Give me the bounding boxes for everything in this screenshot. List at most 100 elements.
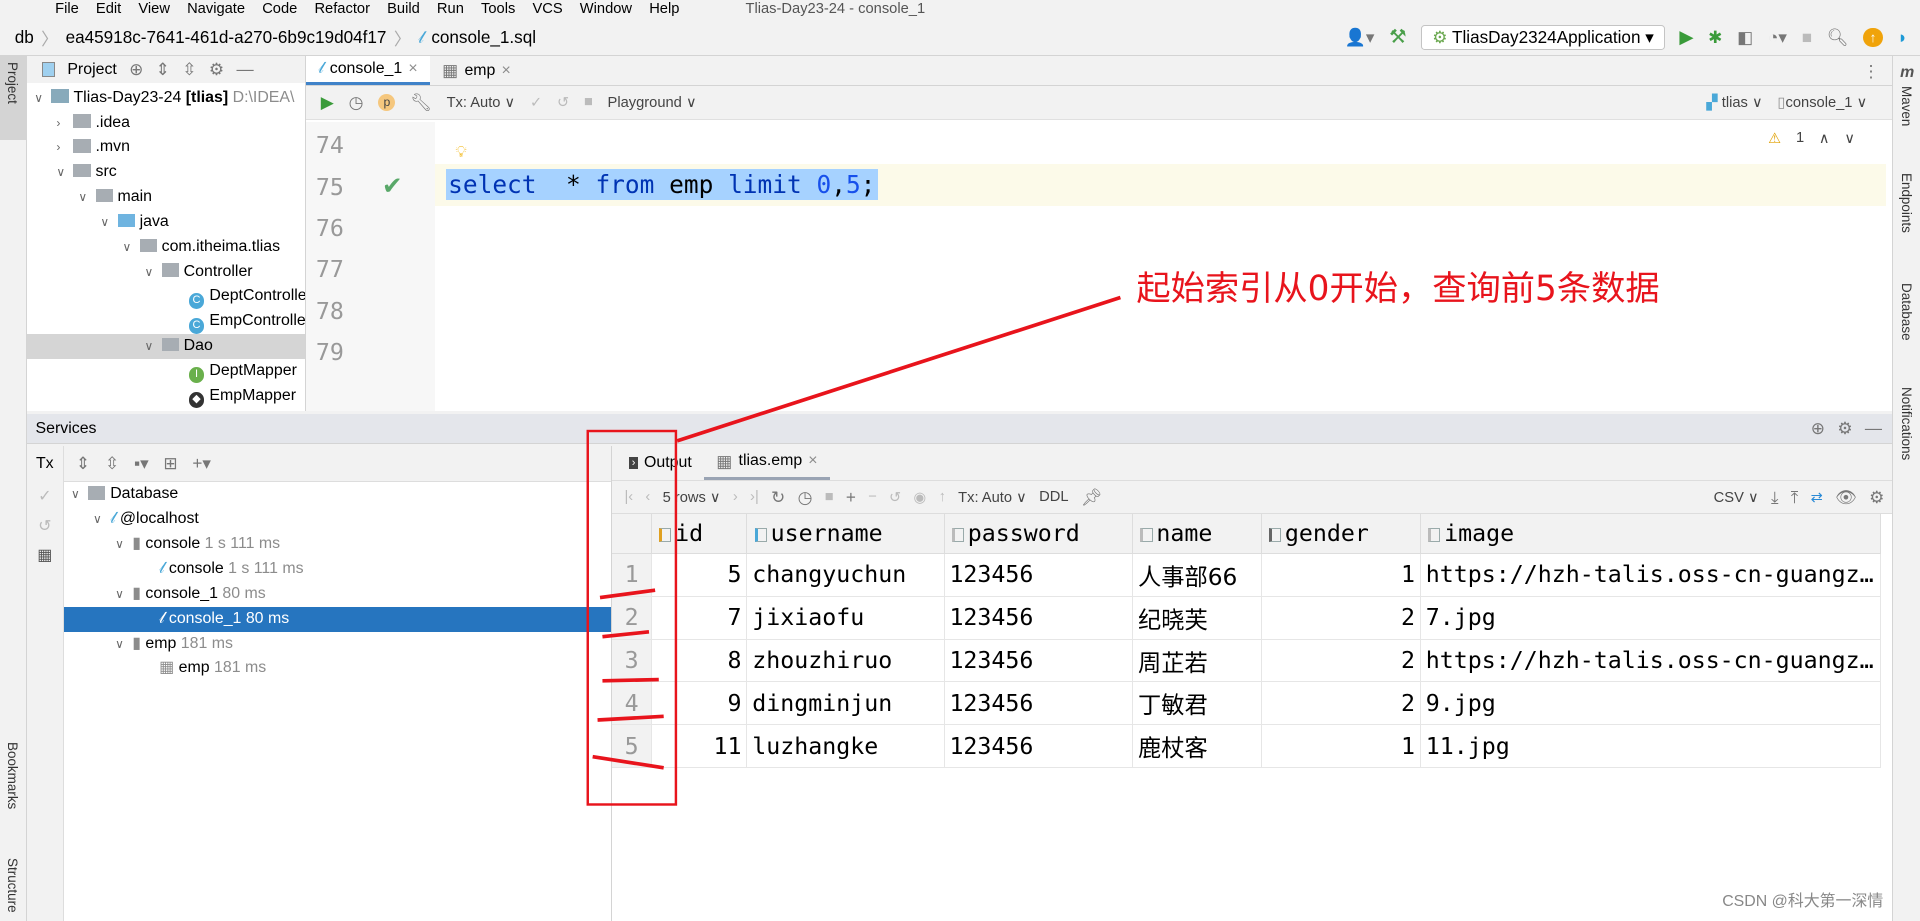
cell-name[interactable]: 丁敏君 (1132, 681, 1262, 726)
cell-gender[interactable]: 2 (1261, 639, 1421, 683)
settings-icon[interactable]: ⚙ (1869, 487, 1884, 508)
collapse-all-icon[interactable]: ⇳ (182, 59, 196, 80)
add-icon[interactable]: +▾ (192, 453, 211, 474)
close-icon[interactable]: × (808, 452, 817, 470)
menu-vcs[interactable]: VCS (532, 0, 562, 20)
hide-icon[interactable]: — (236, 59, 253, 80)
cell-id[interactable]: 9 (651, 681, 748, 726)
cell-username[interactable]: zhouzhiruo (746, 639, 945, 683)
column-header-username[interactable]: username (746, 514, 945, 554)
cell-username[interactable]: changyuchun (746, 553, 945, 597)
search-icon[interactable]: 🔍︎ (1827, 27, 1849, 48)
profile-icon[interactable]: ◔▾ (1768, 27, 1787, 48)
coverage-icon[interactable]: ◧ (1737, 27, 1753, 48)
tree-item-empmapper[interactable]: ◆ EmpMapper (27, 384, 305, 409)
tab-tlias-emp[interactable]: ▦ tlias.emp × (704, 446, 830, 481)
history-icon[interactable]: ◷ (349, 92, 364, 113)
service-item-emp[interactable]: ∨ ▮ emp 181 ms (64, 632, 612, 657)
delete-row-icon[interactable]: − (868, 489, 877, 505)
service-item-console[interactable]: ∨ ▮ console 1 s 111 ms (64, 532, 612, 557)
bookmarks-stripe-button[interactable]: Bookmarks (5, 742, 20, 809)
cell-name[interactable]: 鹿杖客 (1132, 724, 1262, 769)
more-icon[interactable]: ⋮ (1850, 56, 1892, 84)
tree-item-java[interactable]: ∨ java (27, 210, 305, 235)
structure-stripe-button[interactable]: Structure (5, 858, 20, 913)
menu-run[interactable]: Run (437, 0, 464, 20)
table-row[interactable]: 4 9 dingminjun 123456 丁敏君 2 9.jpg (612, 681, 1882, 726)
column-header-gender[interactable]: gender (1261, 514, 1421, 554)
target-icon[interactable]: ⊕ (1811, 418, 1825, 439)
sql-statement[interactable]: select * from emp limit 0,5; (445, 168, 878, 201)
column-header-image[interactable]: image (1420, 514, 1882, 554)
hide-icon[interactable]: — (1865, 418, 1882, 439)
cell-password[interactable]: 123456 (944, 596, 1134, 640)
maven-stripe-button[interactable]: Maven (1899, 86, 1914, 126)
column-header-name[interactable]: name (1132, 514, 1262, 554)
session-select[interactable]: ▯console_1 ∨ (1777, 94, 1867, 111)
prev-page-icon[interactable]: ‹ (645, 489, 650, 505)
tree-item-controller[interactable]: ∨ Controller (27, 260, 305, 285)
intention-bulb-icon[interactable]: 💡︎ (455, 144, 466, 162)
table-row[interactable]: 3 8 zhouzhiruo 123456 周芷若 2 https://hzh-talis.… (612, 639, 1882, 683)
project-title[interactable]: Project (67, 61, 117, 79)
cell-username[interactable]: luzhangke (746, 724, 945, 769)
cell-password[interactable]: 123456 (944, 724, 1134, 769)
cell-name[interactable]: 周芷若 (1132, 639, 1262, 683)
cell-password[interactable]: 123456 (944, 553, 1134, 597)
cell-image[interactable]: https://hzh-talis.oss-cn-guangzhou.aliyu… (1420, 639, 1882, 683)
tree-item-src[interactable]: ∨ src (27, 160, 305, 185)
cell-image[interactable]: 7.jpg (1420, 596, 1882, 640)
menu-build[interactable]: Build (387, 0, 420, 20)
next-page-icon[interactable]: › (733, 489, 738, 505)
cell-username[interactable]: jixiaofu (746, 596, 945, 640)
expand-all-icon[interactable]: ⇕ (156, 59, 170, 80)
service-item-emp-table[interactable]: ▦ emp 181 ms (64, 656, 612, 681)
playground-select[interactable]: Playground ∨ (608, 94, 697, 111)
tree-item-package[interactable]: ∨ com.itheima.tlias (27, 235, 305, 260)
run-icon[interactable]: ▶ (1679, 26, 1693, 48)
cell-gender[interactable]: 2 (1261, 681, 1421, 726)
cell-id[interactable]: 7 (651, 596, 748, 640)
menu-view[interactable]: View (138, 0, 170, 20)
first-page-icon[interactable]: |‹ (624, 489, 633, 505)
menu-window[interactable]: Window (580, 0, 632, 20)
project-stripe-button[interactable]: Project (0, 56, 26, 140)
last-page-icon[interactable]: ›| (750, 489, 759, 505)
cell-image[interactable]: 11.jpg (1420, 724, 1882, 769)
cell-id[interactable]: 8 (651, 639, 748, 683)
cell-id[interactable]: 5 (651, 553, 748, 597)
column-header-id[interactable]: id (651, 514, 748, 554)
tree-item-deptmapper[interactable]: I DeptMapper (27, 359, 305, 384)
cell-username[interactable]: dingminjun (746, 681, 945, 726)
menu-tools[interactable]: Tools (481, 0, 515, 20)
stop-icon[interactable]: ■ (825, 489, 834, 505)
rollback-icon[interactable]: ↺ (27, 516, 63, 536)
tx-mode-select[interactable]: Tx: Auto ∨ (958, 489, 1027, 506)
wrench-icon[interactable]: 🔧︎ (410, 92, 432, 113)
table-row[interactable]: 2 7 jixiaofu 123456 纪晓芙 2 7.jpg (612, 596, 1882, 640)
database-stripe-button[interactable]: Database (1899, 283, 1914, 341)
layout-icon[interactable]: ▦ (27, 545, 63, 565)
gear-icon[interactable]: ⚙ (209, 59, 224, 80)
tree-item-deptcontroller[interactable]: C DeptController (27, 284, 305, 309)
reload-icon[interactable]: ↻ (771, 487, 785, 508)
notifications-stripe-button[interactable]: Notifications (1899, 387, 1914, 460)
breadcrumb-file[interactable]: console_1.sql (431, 27, 536, 48)
compare-icon[interactable]: ⇄ (1811, 489, 1823, 506)
page-size-select[interactable]: 5 rows ∨ (663, 489, 721, 506)
build-hammer-icon[interactable]: ⚒ (1389, 25, 1407, 49)
service-item-database[interactable]: ∨ Database (64, 482, 612, 507)
cancel-icon[interactable]: ■ (584, 94, 593, 110)
tree-item-project-root[interactable]: ∨ Tlias-Day23-24 [tlias] D:\IDEA\ (27, 86, 305, 111)
run-config-select[interactable]: ⚙ TliasDay2324Application ▾ (1421, 24, 1665, 51)
locate-icon[interactable]: ⊕ (129, 59, 143, 80)
tx-mode-select[interactable]: Tx: Auto ∨ (447, 94, 516, 111)
endpoints-stripe-button[interactable]: Endpoints (1899, 173, 1914, 233)
tab-console-1[interactable]: 𝓁 console_1 × (306, 56, 430, 85)
parameters-icon[interactable]: p (378, 93, 396, 111)
ddl-button[interactable]: DDL (1039, 489, 1068, 505)
pin-icon[interactable]: 📌︎ (1081, 487, 1103, 508)
menu-navigate[interactable]: Navigate (187, 0, 245, 20)
cell-gender[interactable]: 1 (1261, 553, 1421, 597)
breadcrumb-db[interactable]: db (15, 27, 34, 48)
